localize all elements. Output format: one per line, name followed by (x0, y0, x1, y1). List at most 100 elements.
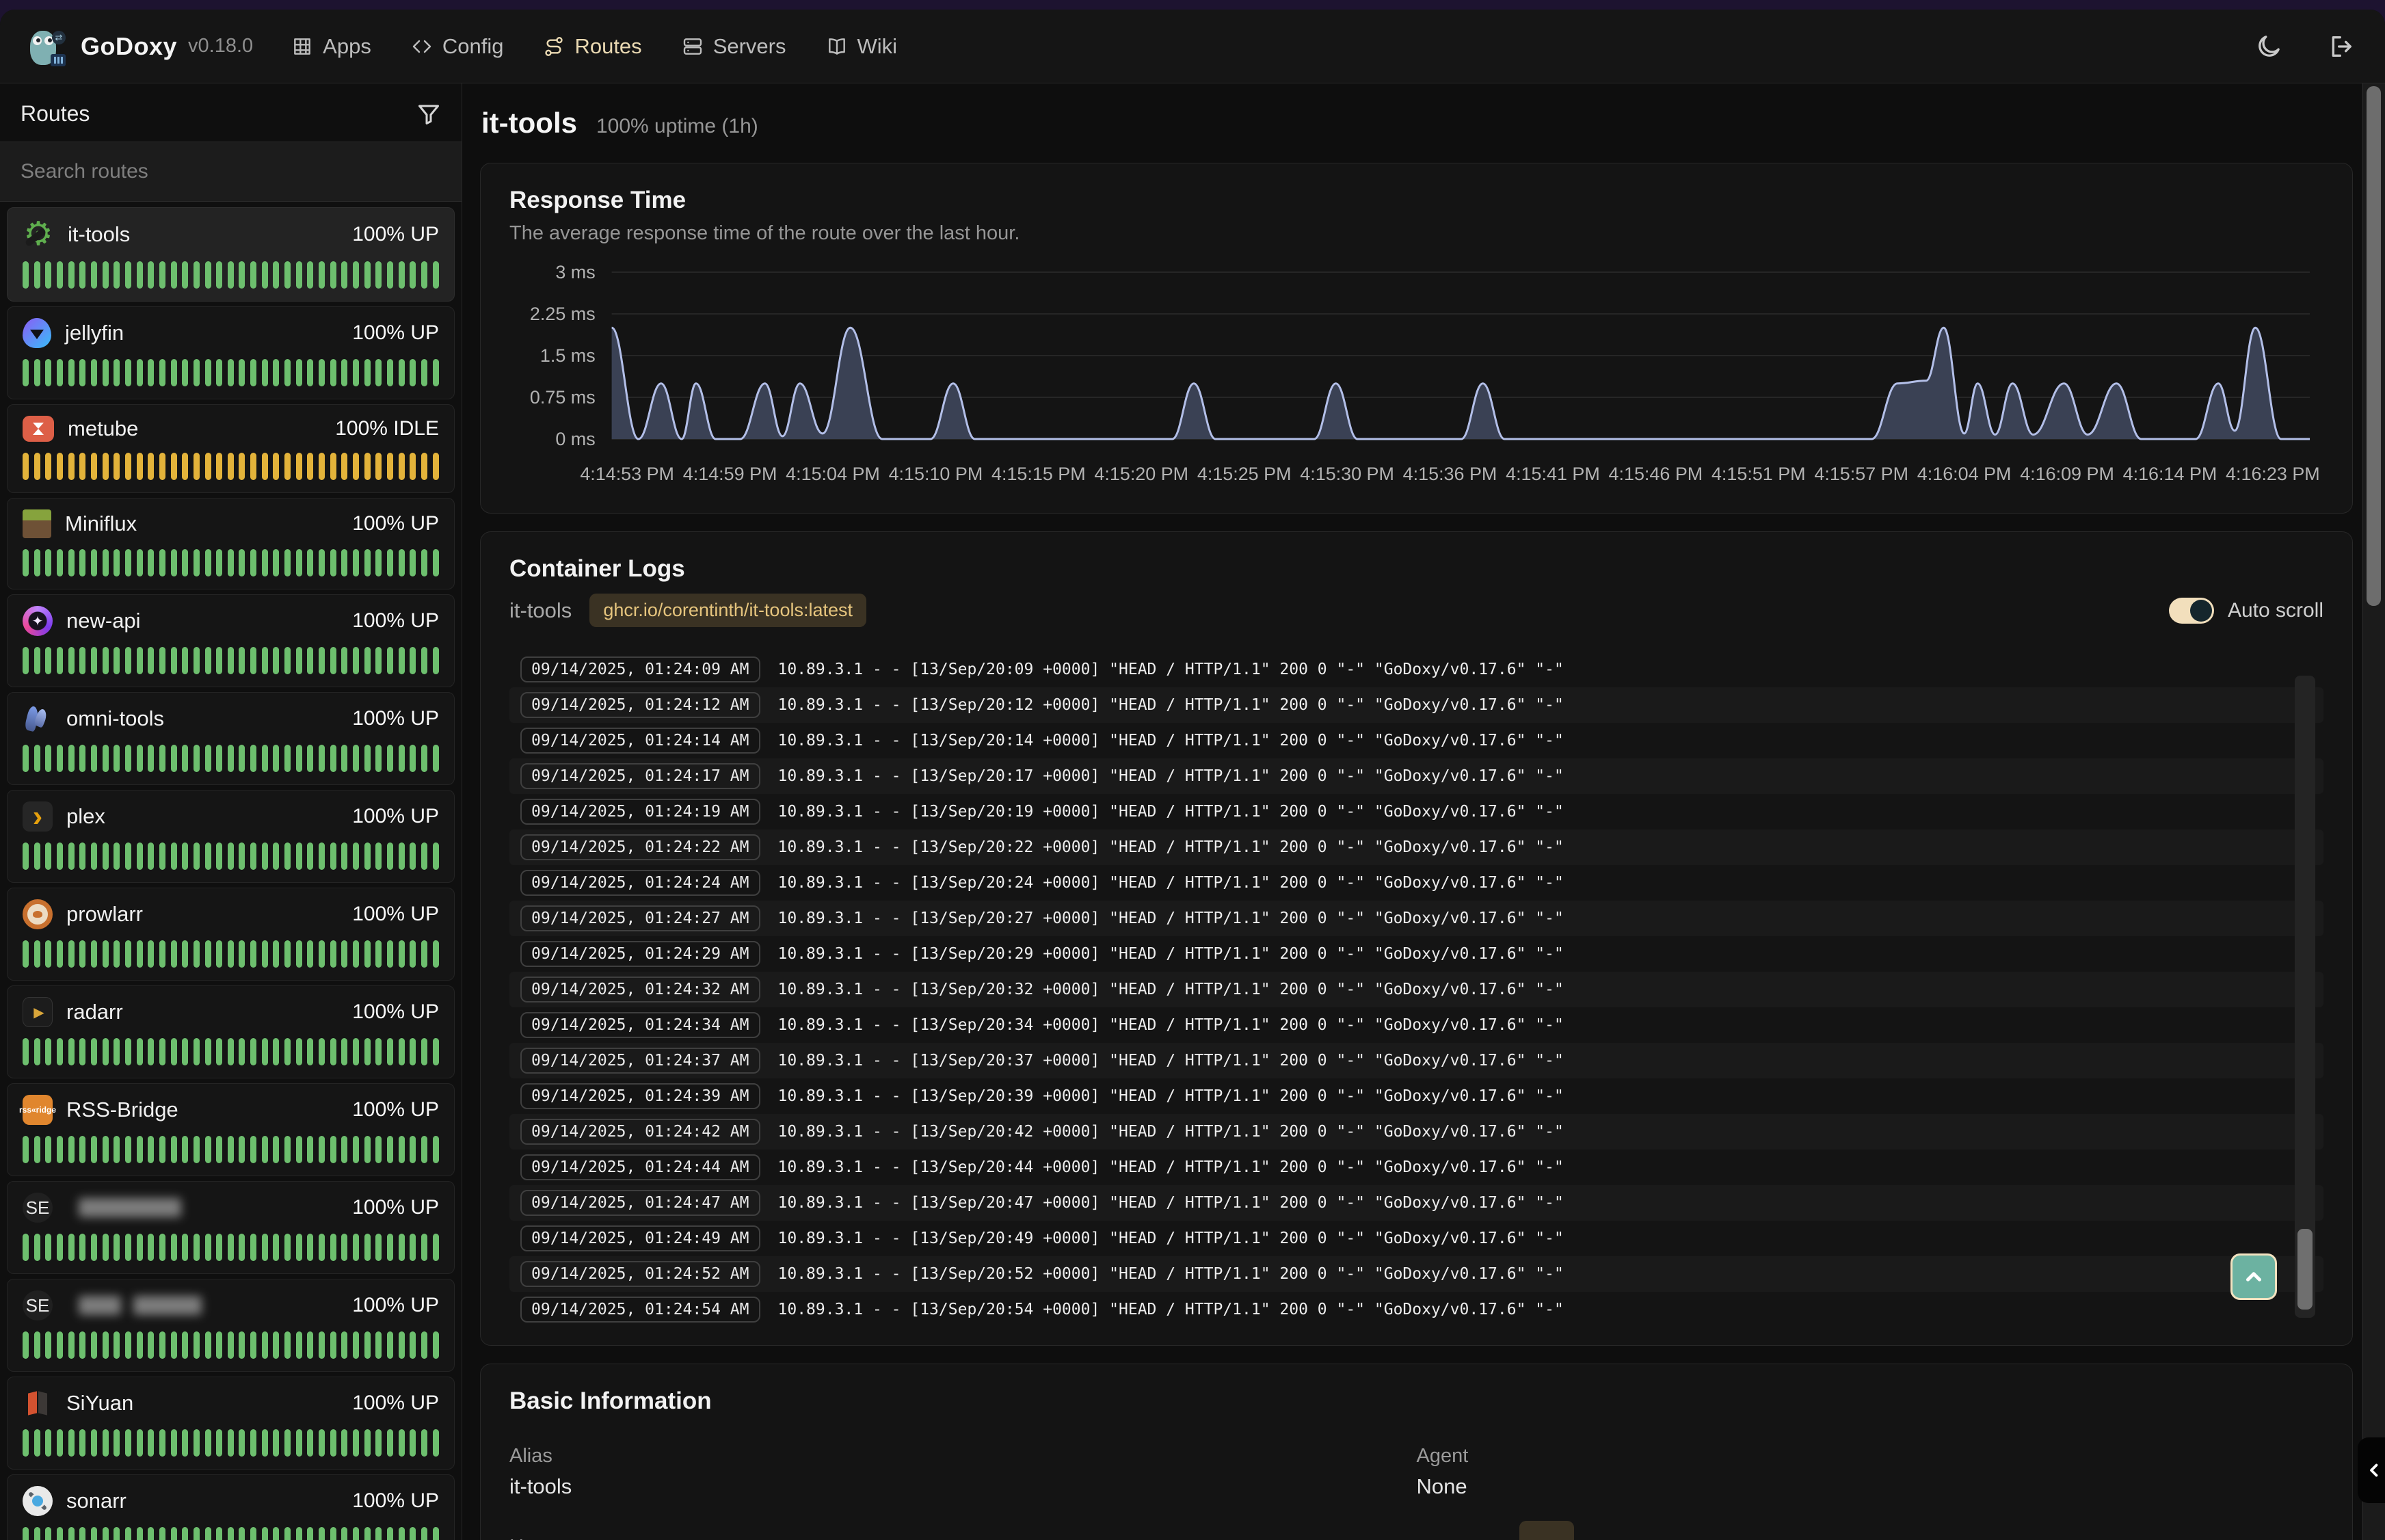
route-uptime-history (23, 453, 439, 480)
filter-button[interactable] (416, 102, 441, 127)
autoscroll-toggle[interactable] (2169, 598, 2214, 624)
route-list-item[interactable]: prowlarr 100% UP (7, 888, 455, 981)
side-drawer-handle[interactable] (2358, 1437, 2385, 1503)
route-uptime-history (23, 1527, 439, 1540)
route-name: omni-tools (66, 706, 164, 731)
log-row: 09/14/2025, 01:24:39 AM 10.89.3.1 - - [1… (509, 1078, 2323, 1114)
logout-button[interactable] (2328, 33, 2355, 60)
route-status-badge: 100% UP (352, 512, 439, 535)
svg-text:4:14:53 PM: 4:14:53 PM (580, 464, 674, 484)
route-list-item[interactable]: omni-tools 100% UP (7, 692, 455, 785)
route-uptime-history (23, 745, 439, 772)
log-timestamp: 09/14/2025, 01:24:49 AM (520, 1225, 760, 1251)
search-routes-input[interactable] (0, 142, 462, 201)
route-uptime-history (23, 261, 439, 289)
page-scrollbar[interactable] (2362, 83, 2385, 1540)
log-row: 09/14/2025, 01:24:12 AM 10.89.3.1 - - [1… (509, 687, 2323, 723)
route-uptime-history (23, 1136, 439, 1163)
godoxy-logo: ⇄ (30, 27, 66, 66)
se-avatar-icon: SE (23, 1193, 53, 1223)
log-row: 09/14/2025, 01:24:37 AM 10.89.3.1 - - [1… (509, 1043, 2323, 1078)
route-list-item[interactable]: plex 100% UP (7, 790, 455, 883)
route-uptime-history (23, 1331, 439, 1359)
container-name: it-tools (509, 598, 572, 623)
route-list-item[interactable]: it-tools 100% UP (7, 207, 455, 302)
log-row: 09/14/2025, 01:24:54 AM 10.89.3.1 - - [1… (509, 1292, 2323, 1327)
route-list-item[interactable]: SiYuan 100% UP (7, 1377, 455, 1470)
log-scrollbar-thumb[interactable] (2297, 1229, 2313, 1310)
log-timestamp: 09/14/2025, 01:24:32 AM (520, 977, 760, 1003)
nav-item-wiki[interactable]: Wiki (826, 34, 898, 59)
log-message: 10.89.3.1 - - [13/Sep/20:22 +0000] "HEAD… (778, 838, 1564, 856)
brand-name: GoDoxy (81, 32, 177, 61)
log-message: 10.89.3.1 - - [13/Sep/20:27 +0000] "HEAD… (778, 910, 1564, 927)
route-status-badge: 100% UP (352, 223, 439, 246)
route-uptime-history (23, 359, 439, 386)
route-name: prowlarr (66, 902, 143, 927)
nav-item-routes[interactable]: Routes (543, 34, 641, 59)
log-timestamp: 09/14/2025, 01:24:44 AM (520, 1154, 760, 1180)
log-timestamp: 09/14/2025, 01:24:29 AM (520, 941, 760, 967)
theme-toggle-button[interactable] (2255, 33, 2282, 60)
log-timestamp: 09/14/2025, 01:24:47 AM (520, 1190, 760, 1216)
svg-text:0 ms: 0 ms (555, 429, 595, 449)
route-status-badge: 100% UP (352, 1489, 439, 1513)
nav-item-apps[interactable]: Apps (291, 34, 371, 59)
svg-text:1.5 ms: 1.5 ms (540, 345, 596, 366)
log-message: 10.89.3.1 - - [13/Sep/20:12 +0000] "HEAD… (778, 696, 1564, 714)
route-list-item[interactable]: sonarr 100% UP (7, 1474, 455, 1540)
log-timestamp: 09/14/2025, 01:24:52 AM (520, 1261, 760, 1287)
route-list-item[interactable]: Miniflux 100% UP (7, 498, 455, 589)
route-uptime-history (23, 1429, 439, 1457)
route-uptime-history (23, 842, 439, 870)
svg-text:4:15:57 PM: 4:15:57 PM (1814, 464, 1908, 484)
se-avatar-icon: SE (23, 1290, 53, 1320)
log-timestamp: 09/14/2025, 01:24:27 AM (520, 905, 760, 931)
redacted-route-name (133, 1296, 202, 1315)
window-background-strip (0, 0, 2385, 10)
main-content: it-tools 100% uptime (1h) Response Time … (462, 83, 2362, 1540)
new-api-icon (23, 606, 53, 636)
route-status-badge: 100% UP (352, 805, 439, 828)
scroll-to-top-button[interactable] (2230, 1253, 2277, 1300)
log-timestamp: 09/14/2025, 01:24:19 AM (520, 799, 760, 825)
toggle-knob (2190, 600, 2212, 622)
log-row: 09/14/2025, 01:24:47 AM 10.89.3.1 - - [1… (509, 1185, 2323, 1221)
cut-off-value-badge (1519, 1521, 1574, 1540)
route-list-item[interactable]: SE 100% UP (7, 1279, 455, 1372)
response-time-card: Response Time The average response time … (480, 163, 2353, 514)
moon-icon (2255, 33, 2282, 60)
svg-text:4:16:14 PM: 4:16:14 PM (2123, 464, 2217, 484)
log-timestamp: 09/14/2025, 01:24:34 AM (520, 1012, 760, 1038)
chevron-up-icon (2242, 1265, 2265, 1288)
route-list-item[interactable]: jellyfin 100% UP (7, 306, 455, 399)
route-status-badge: 100% UP (352, 321, 439, 345)
route-list-item[interactable]: RSS-Bridge 100% UP (7, 1083, 455, 1176)
log-scrollbar[interactable] (2295, 676, 2315, 1318)
route-uptime-history (23, 549, 439, 576)
route-list-item[interactable]: SE 100% UP (7, 1181, 455, 1274)
route-name: Miniflux (65, 512, 137, 536)
svg-text:0.75 ms: 0.75 ms (530, 387, 596, 408)
nav-item-servers[interactable]: Servers (682, 34, 786, 59)
page-scrollbar-thumb[interactable] (2367, 86, 2381, 606)
field-alias: Alias it-tools (509, 1445, 1417, 1499)
route-list-item[interactable]: metube 100% IDLE (7, 404, 455, 493)
basic-information-title: Basic Information (509, 1388, 2323, 1415)
route-list-item[interactable]: radarr 100% UP (7, 985, 455, 1078)
log-message: 10.89.3.1 - - [13/Sep/20:19 +0000] "HEAD… (778, 803, 1564, 821)
miniflux-icon (23, 509, 51, 538)
container-logs-title: Container Logs (509, 555, 2323, 583)
log-row: 09/14/2025, 01:24:14 AM 10.89.3.1 - - [1… (509, 723, 2323, 758)
log-timestamp: 09/14/2025, 01:24:24 AM (520, 870, 760, 896)
nav-item-config[interactable]: Config (411, 34, 504, 59)
svg-text:2.25 ms: 2.25 ms (530, 304, 596, 324)
routes-sidebar: Routes it-tools 100% UP jellyfin 100% UP (0, 83, 462, 1540)
autoscroll-label: Auto scroll (2228, 599, 2323, 622)
route-list-item[interactable]: new-api 100% UP (7, 594, 455, 687)
svg-text:4:15:04 PM: 4:15:04 PM (786, 464, 880, 484)
svg-text:4:16:04 PM: 4:16:04 PM (1917, 464, 2012, 484)
log-timestamp: 09/14/2025, 01:24:12 AM (520, 692, 760, 718)
route-name: sonarr (66, 1489, 126, 1513)
svg-text:4:15:51 PM: 4:15:51 PM (1711, 464, 1806, 484)
